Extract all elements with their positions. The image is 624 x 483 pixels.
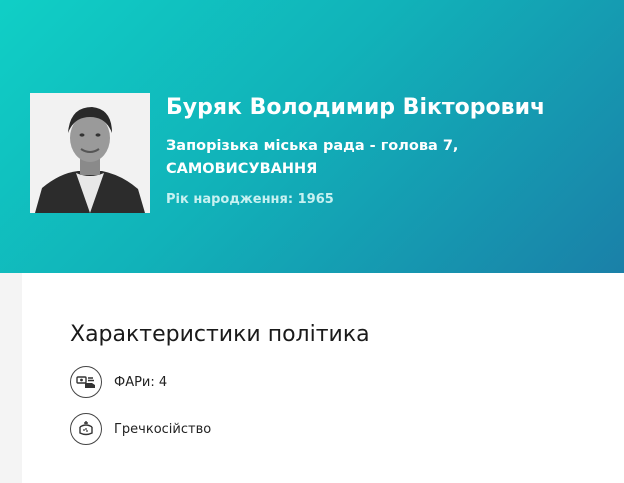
politician-photo bbox=[30, 93, 150, 213]
trait-label: ФАРи: 4 bbox=[114, 374, 168, 390]
section-title: Характеристики політика bbox=[70, 322, 370, 347]
council-line-2: САМОВИСУВАННЯ bbox=[166, 161, 318, 177]
buckwheat-pot-icon bbox=[70, 413, 102, 445]
trait-buckwheat[interactable]: Гречкосійство bbox=[70, 413, 211, 445]
birth-label: Рік народження: bbox=[166, 192, 294, 207]
council-position: Запорізька міська рада - голова 7, САМОВ… bbox=[166, 135, 606, 181]
cash-hand-icon bbox=[70, 366, 102, 398]
birth-year-value: 1965 bbox=[297, 192, 334, 207]
trait-fars[interactable]: ФАРи: 4 bbox=[70, 366, 167, 398]
characteristics-card: Характеристики політика ФАРи: 4 Гречкосі… bbox=[22, 273, 624, 483]
council-line-1: Запорізька міська рада - голова 7, bbox=[166, 138, 459, 154]
birth-year-info: Рік народження: 1965 bbox=[166, 190, 334, 210]
trait-label: Гречкосійство bbox=[114, 421, 212, 437]
profile-header: Буряк Володимир Вікторович Запорізька мі… bbox=[0, 0, 624, 273]
politician-name: Буряк Володимир Вікторович bbox=[166, 95, 546, 120]
